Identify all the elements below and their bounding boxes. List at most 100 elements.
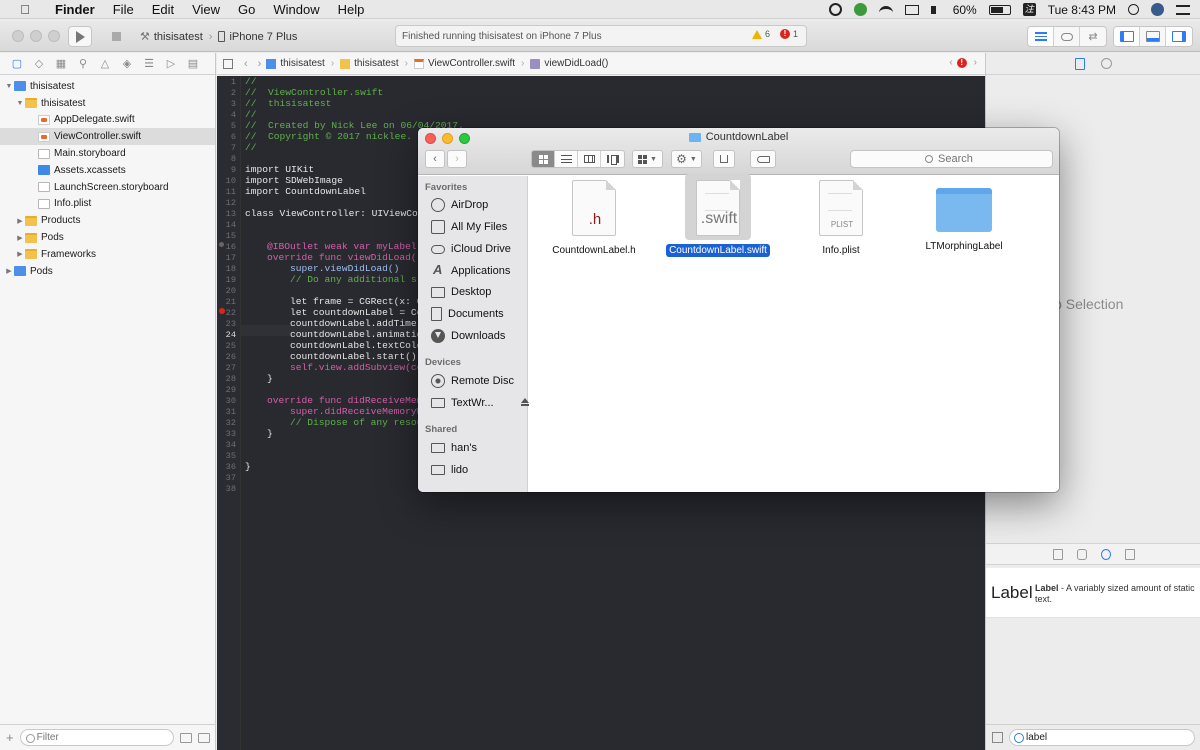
file-template-icon[interactable] [1052,548,1063,560]
stop-button[interactable] [104,26,128,47]
notification-center-icon[interactable] [1176,4,1190,15]
source-control-icon[interactable]: ◇ [28,57,50,70]
tree-row-main-storyboard[interactable]: Main.storyboard [0,145,215,162]
wifi-icon[interactable] [878,5,893,14]
folder-icon[interactable]: ▢ [6,57,28,70]
crumb-file[interactable]: ViewController.swift [413,58,515,69]
sidebar-item-remote-disc[interactable]: Remote Disc [431,372,514,390]
tree-row-info-plist[interactable]: Info.plist [0,196,215,213]
record-icon[interactable] [828,3,842,16]
finder-back-button[interactable]: ‹ [425,150,445,168]
action-button[interactable]: ⚙ ▼ [671,150,702,168]
back-arrow-icon[interactable]: ‹ [244,58,248,70]
sidebar-item-textwrangler[interactable]: TextWr... [431,394,529,412]
error-marker-icon[interactable] [219,308,225,314]
sidebar-item-documents[interactable]: Documents [431,305,504,323]
navigator-filter-field[interactable] [19,729,174,746]
menu-view[interactable]: View [183,2,229,17]
disclosure-closed-icon[interactable]: ▶ [15,250,25,258]
tree-row-project[interactable]: ▼ thisisatest [0,78,215,95]
file-item-info-plist[interactable]: PLIST Info.plist [786,180,896,257]
file-inspector-icon[interactable] [1074,57,1085,70]
disclosure-open-icon[interactable]: ▼ [15,100,25,107]
input-method-icon[interactable]: 注 [1022,3,1036,16]
menu-go[interactable]: Go [229,2,264,17]
menu-help[interactable]: Help [329,2,374,17]
user-avatar-icon[interactable] [1151,3,1164,16]
sidebar-item-lido[interactable]: lido [431,461,468,479]
file-item-countdownlabel-h[interactable]: .h CountdownLabel.h [539,180,649,257]
arrange-button[interactable]: ▼ [632,150,663,168]
clock[interactable]: Tue 8:43 PM [1048,3,1116,17]
tree-row-viewcontroller[interactable]: ViewController.swift [0,128,215,146]
crumb-group[interactable]: thisisatest [340,58,399,69]
tree-row-frameworks[interactable]: ▶ Frameworks [0,246,215,263]
previous-issue-icon[interactable]: ‹ [949,57,952,68]
cover-flow-button[interactable] [601,151,624,167]
file-item-ltmorphinglabel[interactable]: LTMorphingLabel [909,180,1019,253]
error-icon[interactable]: ! [956,57,967,68]
grid-view-icon[interactable] [992,732,1003,743]
disclosure-closed-icon[interactable]: ▶ [15,217,25,225]
finder-forward-button[interactable]: › [447,150,467,168]
library-filter-field[interactable] [1009,729,1195,746]
symbol-icon[interactable]: ▦ [50,57,72,70]
menu-window[interactable]: Window [264,2,328,17]
errors-badge[interactable]: ! 1 [779,29,798,39]
add-icon[interactable]: + [6,730,14,745]
column-view-button[interactable] [578,151,601,167]
sidebar-item-desktop[interactable]: Desktop [431,283,491,301]
related-items-icon[interactable] [223,58,233,69]
debug-icon[interactable]: ☰ [138,57,160,70]
object-library-icon[interactable] [1100,548,1111,560]
line-number-gutter[interactable]: 1 2 3 4 5 6 7 8 9 10 11 12 13 14 15 16 1… [217,76,241,750]
library-item-label[interactable]: Label Label - A variably sized amount of… [986,568,1200,618]
sidebar-item-airdrop[interactable]: AirDrop [431,196,488,214]
scheme-name[interactable]: thisisatest [154,31,203,43]
scheme-selector[interactable]: ⚒ thisisatest › iPhone 7 Plus [140,26,297,47]
toggle-utilities-button[interactable] [1166,27,1192,46]
sidebar-item-all-my-files[interactable]: All My Files [431,218,507,236]
search-icon[interactable]: ⚲ [72,57,94,70]
navigator-filter-input[interactable] [36,732,173,743]
assistant-editor-button[interactable] [1054,27,1080,46]
tree-row-appdelegate[interactable]: AppDelegate.swift [0,112,215,129]
finder-search-field[interactable] [850,150,1053,168]
standard-editor-button[interactable] [1028,27,1054,46]
battery-icon[interactable] [988,4,1011,15]
sidebar-item-icloud-drive[interactable]: iCloud Drive [431,240,511,258]
sidebar-item-applications[interactable]: Applications [431,262,510,280]
warnings-badge[interactable]: 6 [751,29,770,39]
file-item-countdownlabel-swift[interactable]: .swift CountdownLabel.swift [663,174,848,257]
menu-edit[interactable]: Edit [143,2,183,17]
library-filter-input[interactable] [1026,732,1194,743]
breakpoint-icon[interactable]: ▷ [160,57,182,70]
sidebar-item-hans[interactable]: han's [431,439,477,457]
sidebar-item-downloads[interactable]: Downloads [431,327,505,345]
report-icon[interactable]: ▤ [182,57,204,70]
battery-percent[interactable]: 60% [953,3,977,17]
line-app-icon[interactable] [853,3,867,16]
volume-icon[interactable] [930,5,941,14]
spotlight-icon[interactable] [1128,4,1139,15]
eject-icon[interactable] [521,398,529,406]
tree-row-products[interactable]: ▶ Products [0,212,215,229]
next-issue-icon[interactable]: › [974,57,977,68]
menu-app-name[interactable]: Finder [46,2,104,17]
issue-icon[interactable]: △ [94,57,116,70]
list-view-button[interactable] [555,151,578,167]
test-icon[interactable]: ◈ [116,57,138,70]
tree-row-pods-project[interactable]: ▶ Pods [0,263,215,280]
airplay-icon[interactable] [904,4,919,15]
code-snippet-icon[interactable] [1076,548,1087,560]
crumb-project[interactable]: thisisatest [266,58,325,69]
window-minimize-button[interactable] [30,30,42,42]
source-control-filter-icon[interactable] [198,732,210,743]
quick-help-icon[interactable] [1100,58,1112,69]
window-zoom-button[interactable] [48,30,60,42]
disclosure-closed-icon[interactable]: ▶ [15,234,25,242]
recent-files-icon[interactable] [180,732,192,743]
menu-file[interactable]: File [104,2,143,17]
window-close-button[interactable] [12,30,24,42]
media-library-icon[interactable] [1124,548,1135,560]
